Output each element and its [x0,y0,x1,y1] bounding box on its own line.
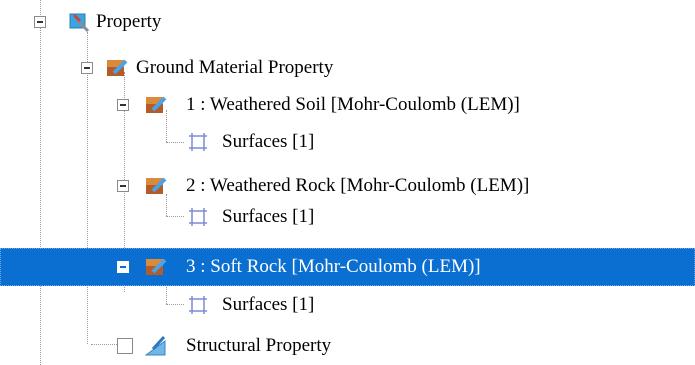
tree-node-structural[interactable]: Structural Property [0,327,695,365]
collapse-icon[interactable] [117,99,129,111]
collapse-icon[interactable] [117,261,129,273]
tree-node-surfaces[interactable]: Surfaces [1] [0,198,695,236]
tree-label: Surfaces [1] [222,206,315,227]
structural-icon [145,335,166,356]
tree-label: 1 : Weathered Soil [Mohr-Coulomb (LEM)] [186,94,520,115]
material-icon [146,177,167,194]
material-icon [146,96,167,113]
tree-node-surfaces[interactable]: Surfaces [1] [0,286,695,324]
tree-label: Property [96,11,162,32]
tree-node-surfaces[interactable]: Surfaces [1] [0,123,695,161]
collapse-icon[interactable] [34,16,46,28]
tree-label: Structural Property [186,335,332,356]
tree-label: Surfaces [1] [222,131,315,152]
tree-label: 3 : Soft Rock [Mohr-Coulomb (LEM)] [186,256,481,277]
tree-node-ground-material[interactable]: Ground Material Property [0,49,695,87]
collapse-icon[interactable] [81,62,93,74]
ground-material-icon [107,59,128,76]
collapse-icon[interactable] [117,180,129,192]
tree-label: Ground Material Property [136,57,334,78]
surface-grid-icon [189,133,207,151]
tree-label: Surfaces [1] [222,294,315,315]
checkbox[interactable] [117,338,133,354]
tree-node-material-selected[interactable]: 3 : Soft Rock [Mohr-Coulomb (LEM)] [0,248,695,286]
material-icon [146,258,167,275]
tree-node-property[interactable]: Property [0,3,695,41]
surface-grid-icon [189,296,207,314]
surface-grid-icon [189,208,207,226]
tree-node-material[interactable]: 1 : Weathered Soil [Mohr-Coulomb (LEM)] [0,86,695,124]
tree-label: 2 : Weathered Rock [Mohr-Coulomb (LEM)] [186,175,530,196]
property-icon [69,13,90,33]
